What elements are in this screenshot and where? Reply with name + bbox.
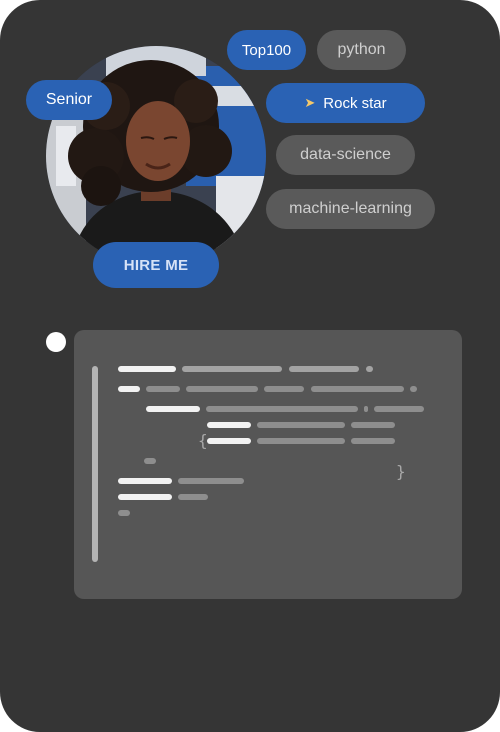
tag-rock-star-label: Rock star — [323, 94, 387, 112]
tag-python[interactable]: python — [317, 30, 406, 70]
timeline-dot — [46, 332, 66, 352]
tag-senior-label: Senior — [45, 91, 93, 108]
code-token — [289, 366, 359, 372]
code-token — [364, 406, 368, 412]
code-token — [257, 438, 345, 444]
hire-me-button[interactable]: HIRE ME — [93, 242, 219, 288]
profile-card: Senior Top100 python ➤ Rock star data-sc… — [0, 0, 500, 732]
tag-senior[interactable]: Senior — [26, 80, 112, 120]
code-gutter-line — [92, 366, 98, 562]
code-token — [118, 366, 176, 372]
rocket-icon: ➤ — [304, 95, 316, 110]
code-token — [182, 366, 282, 372]
code-token — [410, 386, 417, 392]
code-token — [374, 406, 424, 412]
code-token — [178, 494, 208, 500]
profile-avatar — [46, 46, 266, 266]
tag-top100[interactable]: Top100 — [227, 30, 306, 70]
code-token — [118, 494, 172, 500]
code-token — [264, 386, 304, 392]
code-token — [351, 422, 395, 428]
code-token — [206, 406, 358, 412]
code-token — [311, 386, 404, 392]
tag-data-science[interactable]: data-science — [276, 135, 415, 175]
code-token — [118, 510, 130, 516]
code-token — [186, 386, 258, 392]
code-token — [144, 458, 156, 464]
tag-data-science-label: data-science — [300, 146, 391, 163]
code-token — [257, 422, 345, 428]
tag-rock-star[interactable]: ➤ Rock star — [266, 83, 425, 123]
tag-machine-learning[interactable]: machine-learning — [266, 189, 435, 229]
code-close-brace: } — [396, 462, 406, 481]
code-token — [146, 386, 180, 392]
code-token — [118, 386, 140, 392]
code-token — [146, 406, 200, 412]
code-token — [118, 478, 172, 484]
code-token — [366, 366, 373, 372]
profile-photo — [46, 46, 266, 266]
code-token — [178, 478, 244, 484]
code-preview-panel: { } — [74, 330, 462, 599]
tag-machine-learning-label: machine-learning — [289, 200, 412, 217]
hire-me-label: HIRE ME — [123, 256, 189, 274]
code-token — [351, 438, 395, 444]
code-token — [207, 438, 251, 444]
code-token — [207, 422, 251, 428]
tag-python-label: python — [337, 41, 386, 58]
tag-top100-label: Top100 — [241, 41, 292, 59]
